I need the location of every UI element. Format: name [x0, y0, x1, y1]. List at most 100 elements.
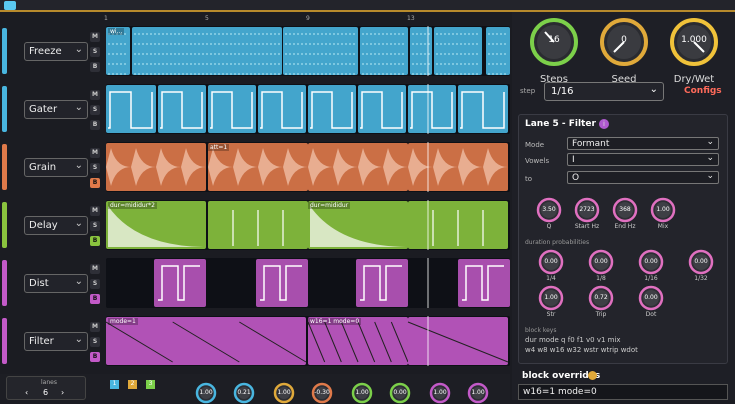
duration-knob[interactable]: 0.00 1/16 [633, 249, 669, 282]
lane-mix-knob[interactable]: 1.00 [424, 382, 456, 404]
lane-block [408, 85, 456, 133]
knob-value: -0.30 [314, 389, 330, 396]
lanes-box: lanes ‹ 6 › [6, 376, 86, 400]
lane-mix-knob[interactable]: 0.00 [384, 382, 416, 404]
lane-s-button[interactable]: S [90, 47, 100, 57]
lane-name: Filter [29, 336, 54, 347]
lane-m-button[interactable]: M [90, 90, 100, 100]
lane-block [283, 27, 358, 75]
lane-s-button[interactable]: S [90, 163, 100, 173]
to-select[interactable]: O ⌄ [567, 171, 719, 184]
lane-type-select[interactable]: Dist ⌄ [24, 274, 88, 293]
lane-track[interactable] [106, 84, 510, 134]
lane-m-button[interactable]: M [90, 206, 100, 216]
mode-select[interactable]: Formant ⌄ [567, 137, 719, 150]
lane-s-button[interactable]: S [90, 105, 100, 115]
lane-track[interactable]: wi... [106, 26, 510, 76]
steps-knob[interactable]: 16 Steps [528, 16, 580, 85]
ruler-mark: 13 [407, 15, 415, 22]
lanes-plus[interactable]: › [61, 388, 64, 397]
info-icon[interactable] [588, 371, 597, 380]
lane-block [154, 259, 206, 307]
info-icon[interactable]: i [599, 119, 609, 129]
ruler-mark: 9 [306, 15, 310, 22]
filter-param-knob[interactable]: 2723 Start Hz [569, 197, 605, 230]
to-label: to [525, 175, 533, 183]
chevron-down-icon: ⌄ [649, 84, 658, 95]
overrides-input[interactable]: w16=1 mode=0 [518, 384, 728, 400]
chevron-down-icon: ⌄ [706, 171, 714, 181]
lanes-minus[interactable]: ‹ [25, 388, 28, 397]
vowels-select[interactable]: I ⌄ [567, 153, 719, 166]
lane-b-button[interactable]: B [90, 178, 100, 188]
duration-knob[interactable]: 0.00 Dot [633, 285, 669, 318]
duration-knob[interactable]: 1.00 Str [533, 285, 569, 318]
filter-param-knob[interactable]: 3.50 Q [531, 197, 567, 230]
lane-m-button[interactable]: M [90, 322, 100, 332]
duration-knob[interactable]: 0.72 Trip [583, 285, 619, 318]
lane-track[interactable] [106, 258, 510, 308]
configs-button[interactable]: Configs [684, 86, 722, 96]
chevron-down-icon: ⌄ [74, 160, 83, 171]
keys-line: dur mode q f0 f1 v0 v1 mix [525, 336, 621, 344]
tag-1[interactable]: 1 [110, 380, 119, 389]
knob-value: 1.00 [433, 389, 447, 396]
lane-b-button[interactable]: B [90, 352, 100, 362]
knob-value: 368 [619, 206, 631, 213]
lane-s-button[interactable]: S [90, 337, 100, 347]
lane-name: Freeze [29, 46, 62, 57]
lane-s-button[interactable]: S [90, 221, 100, 231]
lane-b-button[interactable]: B [90, 294, 100, 304]
drywet-knob[interactable]: 1.000 Dry/Wet [668, 16, 720, 85]
lane-mix-knob[interactable]: 1.00 [190, 382, 222, 404]
lane-type-select[interactable]: Gater ⌄ [24, 100, 88, 119]
lane-block [434, 27, 482, 75]
mode-label: Mode [525, 141, 545, 149]
lane-b-button[interactable]: B [90, 62, 100, 72]
lane-type-select[interactable]: Filter ⌄ [24, 332, 88, 351]
knob-label: 1/8 [596, 275, 606, 282]
lane-b-button[interactable]: B [90, 120, 100, 130]
lane-grain: Grain ⌄ M S Batt=1 [2, 140, 510, 194]
lane-m-button[interactable]: M [90, 264, 100, 274]
step-select[interactable]: 1/16 ⌄ [544, 82, 664, 101]
duration-knob[interactable]: 0.00 1/4 [533, 249, 569, 282]
knob-label: 1/4 [546, 275, 556, 282]
lane-m-button[interactable]: M [90, 148, 100, 158]
lane-block [408, 201, 508, 249]
lane-type-select[interactable]: Freeze ⌄ [24, 42, 88, 61]
chevron-down-icon: ⌄ [74, 334, 83, 345]
filter-param-knob[interactable]: 368 End Hz [607, 197, 643, 230]
lane-color-stripe [2, 202, 7, 248]
lane-mix-knob[interactable]: 1.00 [462, 382, 494, 404]
block-label: wi... [108, 28, 125, 35]
lane-track[interactable]: mode=1 w16=1 mode=0 [106, 316, 510, 366]
knob-label: Q [546, 223, 552, 230]
knob-label: Start Hz [574, 223, 600, 230]
keys-title: block keys [525, 327, 557, 334]
duration-knob[interactable]: 0.00 1/8 [583, 249, 619, 282]
lane-mix-knob[interactable]: 1.00 [346, 382, 378, 404]
right-panel: 16 Steps 0 Seed 1.000 Dry/Wet step 1/16 ⌄… [512, 12, 735, 400]
timeline-ruler: 1 5 9 13 [104, 13, 509, 24]
lane-type-select[interactable]: Grain ⌄ [24, 158, 88, 177]
lane-b-button[interactable]: B [90, 236, 100, 246]
lane-color-stripe [2, 318, 7, 364]
seed-knob[interactable]: 0 Seed [598, 16, 650, 85]
lane-mix-knob[interactable]: -0.30 [306, 382, 338, 404]
lane-type-select[interactable]: Delay ⌄ [24, 216, 88, 235]
steps-value: 16 [548, 35, 560, 45]
filter-param-knob[interactable]: 1.00 Mix [645, 197, 681, 230]
lane-block [358, 85, 406, 133]
tag-3[interactable]: 3 [146, 380, 155, 389]
lane-mix-knob[interactable]: 1.00 [268, 382, 300, 404]
tag-2[interactable]: 2 [128, 380, 137, 389]
duration-knob[interactable]: 0.00 1/32 [683, 249, 719, 282]
lane-mix-knob[interactable]: 0.21 [228, 382, 260, 404]
drywet-value: 1.000 [681, 35, 707, 45]
lane-block [106, 85, 156, 133]
lane-track[interactable]: att=1 [106, 142, 510, 192]
lane-m-button[interactable]: M [90, 32, 100, 42]
lane-s-button[interactable]: S [90, 279, 100, 289]
lane-track[interactable]: dur=mididur*2 dur=mididur [106, 200, 510, 250]
